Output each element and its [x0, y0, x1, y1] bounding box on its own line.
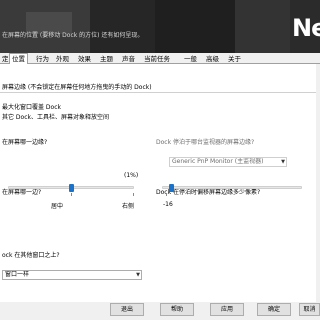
banner-art — [90, 0, 160, 53]
position-mid-label: 居中 — [51, 203, 64, 210]
tab-general[interactable]: 一般 — [182, 54, 199, 64]
tab-about[interactable]: 关于 — [226, 54, 243, 64]
cancel-button[interactable]: 取消 — [299, 303, 320, 316]
maximize-option-title[interactable]: 最大化窗口覆盖 Dock — [2, 102, 61, 111]
layer-select-value: 窗口一样 — [5, 271, 30, 278]
monitor-select[interactable]: Generic PnP Monitor (主监视器) ▼ — [169, 157, 287, 167]
tab-appearance[interactable]: 外观 — [54, 54, 71, 64]
slider-tick — [71, 193, 72, 196]
maximize-option-desc: 其它 Dock、工具栏、屏幕对象释放空间 — [2, 114, 109, 121]
tab-themes[interactable]: 主题 — [98, 54, 115, 64]
layer-select[interactable]: 窗口一样 ▼ — [2, 270, 142, 280]
tab-current-tasks[interactable]: 当前任务 — [142, 54, 172, 64]
tab-advanced[interactable]: 高级 — [204, 54, 221, 64]
divider — [0, 92, 316, 93]
chevron-down-icon: ▼ — [281, 159, 285, 165]
chevron-down-icon: ▼ — [136, 272, 140, 278]
help-button[interactable]: 帮助 — [160, 303, 194, 316]
tab-effects[interactable]: 效果 — [76, 54, 93, 64]
banner-art — [235, 0, 290, 53]
slider-tick — [133, 193, 134, 196]
ok-button[interactable]: 确定 — [257, 303, 291, 316]
position-right-label: 右侧 — [122, 203, 135, 210]
position-panel: 屏幕边缘 (不会锁定在屏幕任何地方拖曳的手动的 Dock) 最大化窗口覆盖 Do… — [0, 64, 320, 302]
header-subtitle: 在屏幕的位置 (要移动 Dock 的方位) 还有如何呈现。 — [2, 32, 144, 39]
tab-behavior[interactable]: 行为 — [34, 54, 51, 64]
offset-slider-thumb[interactable] — [169, 184, 175, 192]
monitor-select-value: Generic PnP Monitor (主监视器) — [172, 158, 264, 165]
tab-bar: 定 位置 行为 外观 效果 主题 声音 当前任务 一般 高级 关于 — [0, 53, 320, 65]
monitor-label: Dock 停泊于哪台监视器的屏幕边缘? — [156, 139, 255, 146]
offset-value: -16 — [163, 201, 173, 208]
header-banner: 在屏幕的位置 (要移动 Dock 的方位) 还有如何呈现。 Ne — [0, 0, 320, 53]
app-logo: Ne — [292, 14, 320, 42]
scrollbar[interactable] — [316, 64, 320, 302]
apply-button[interactable]: 应用 — [210, 303, 244, 316]
position-slider-thumb[interactable] — [68, 184, 74, 192]
position-percent: (1%) — [124, 172, 139, 179]
exit-button[interactable]: 退出 — [110, 303, 144, 316]
offset-slider-track[interactable] — [162, 186, 302, 189]
layer-label: ock 在其他窗口之上? — [2, 252, 60, 259]
slider-tick — [166, 193, 167, 196]
tab-sounds[interactable]: 声音 — [120, 54, 137, 64]
edge-section-title: 屏幕边缘 (不会锁定在屏幕任何地方拖曳的手动的 Dock) — [2, 84, 152, 91]
which-edge-label: 在屏幕哪一边缘? — [2, 139, 48, 146]
footer-bar: 退出 帮助 应用 确定 取消 — [0, 302, 320, 320]
